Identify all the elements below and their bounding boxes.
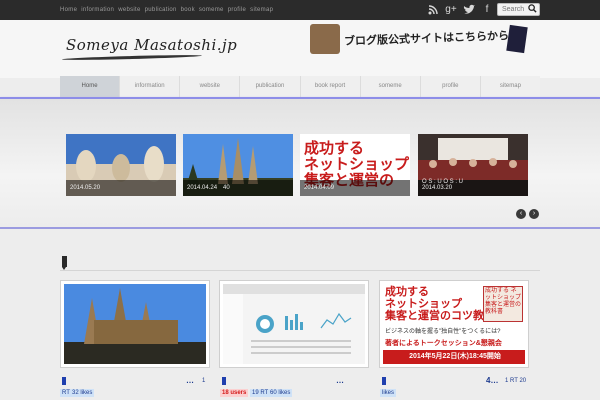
post-3-more[interactable]: 4… — [486, 376, 498, 385]
nav-someme[interactable]: someme — [360, 76, 421, 97]
post-3-event: 著者によるトークセッション&懇親会 — [385, 340, 502, 347]
post-1-bookmark-icon[interactable] — [62, 377, 66, 385]
social-links: g+ f — [426, 3, 494, 17]
slide-2-date: 2014.04.24 — [183, 180, 293, 196]
slide-4-caption: O S : U O S : U — [422, 179, 464, 185]
slider-next-button[interactable]: › — [529, 209, 539, 219]
post-3-date: 2014年5月22日(木)18:45開始 — [383, 350, 525, 364]
main-nav: Home information website publication boo… — [60, 76, 540, 97]
google-plus-icon[interactable]: g+ — [444, 3, 458, 17]
post-card-1[interactable] — [60, 280, 210, 368]
banner-text: ブログ版公式サイトはこちらから — [343, 29, 510, 48]
slide-4[interactable]: 2014.03.20 — [418, 134, 528, 196]
post-3-bookmark-icon[interactable] — [382, 377, 386, 385]
post-1-likes[interactable]: 32 likes — [70, 389, 95, 397]
nav-profile[interactable]: profile — [420, 76, 481, 97]
top-nav-sitemap[interactable]: sitemap — [250, 7, 273, 13]
section-bookmark-icon — [62, 256, 67, 270]
top-nav-book[interactable]: book — [181, 7, 195, 13]
top-nav-publication[interactable]: publication — [145, 7, 177, 13]
top-bar: Home information website publication boo… — [0, 0, 600, 20]
post-3-count[interactable]: 1 RT 20 — [505, 378, 526, 384]
nav-book-report[interactable]: book report — [300, 76, 361, 97]
top-nav: Home information website publication boo… — [60, 4, 273, 16]
top-nav-website[interactable]: website — [118, 7, 140, 13]
post-3-likes[interactable]: likes — [380, 389, 397, 397]
nav-publication[interactable]: publication — [240, 76, 301, 97]
slide-3-date: 2014.04.09 — [300, 180, 410, 196]
slide-2[interactable]: 2014.04.24 40 — [183, 134, 293, 196]
search-icon[interactable] — [526, 4, 538, 15]
post-card-3[interactable]: 成功する ネットショップ 集客と運営のコツ教えます! 成功する ネットショップ … — [379, 280, 529, 368]
site-logo[interactable]: Someya Masatoshi.jp — [66, 36, 237, 54]
slide-2-count: 40 — [223, 185, 230, 191]
banner-illustration — [310, 24, 340, 54]
facebook-icon[interactable]: f — [480, 3, 494, 17]
top-nav-profile[interactable]: profile — [228, 7, 246, 13]
nav-information[interactable]: information — [120, 76, 181, 97]
top-nav-someme[interactable]: someme — [199, 7, 224, 13]
post-3-book-cover: 成功する ネットショップ 集客と運営の 教科書 — [483, 286, 523, 322]
blog-banner[interactable]: ブログ版公式サイトはこちらから — [310, 24, 530, 54]
slide-3[interactable]: 成功する ネットショップ 集客と運営の 2014.04.09 — [300, 134, 410, 196]
post-2-more[interactable]: … — [336, 376, 344, 385]
section-divider — [60, 270, 540, 271]
slide-1-date: 2014.05.20 — [66, 180, 176, 196]
post-3-subheading: ビジネスの軸を握る"独自性"をつくるには? — [385, 329, 501, 335]
post-1-more[interactable]: … — [186, 376, 194, 385]
post-2-users[interactable]: 18 users — [220, 389, 249, 397]
nav-website[interactable]: website — [180, 76, 241, 97]
post-2-likes[interactable]: 60 likes — [268, 389, 293, 397]
twitter-icon[interactable] — [462, 3, 476, 17]
post-1-count[interactable]: 1 — [202, 378, 205, 384]
nav-home[interactable]: Home — [60, 76, 121, 97]
banner-book-image — [506, 24, 528, 54]
post-card-2[interactable] — [219, 280, 369, 368]
slide-1[interactable]: 2014.05.20 — [66, 134, 176, 196]
post-card-2-image — [223, 284, 365, 364]
post-2-bookmark-icon[interactable] — [222, 377, 226, 385]
rss-icon[interactable] — [426, 3, 440, 17]
top-nav-information[interactable]: information — [81, 7, 114, 13]
nav-sitemap[interactable]: sitemap — [480, 76, 540, 97]
slider-prev-button[interactable]: ‹ — [516, 209, 526, 219]
post-card-1-image — [64, 284, 206, 364]
top-nav-home[interactable]: Home — [60, 7, 77, 13]
